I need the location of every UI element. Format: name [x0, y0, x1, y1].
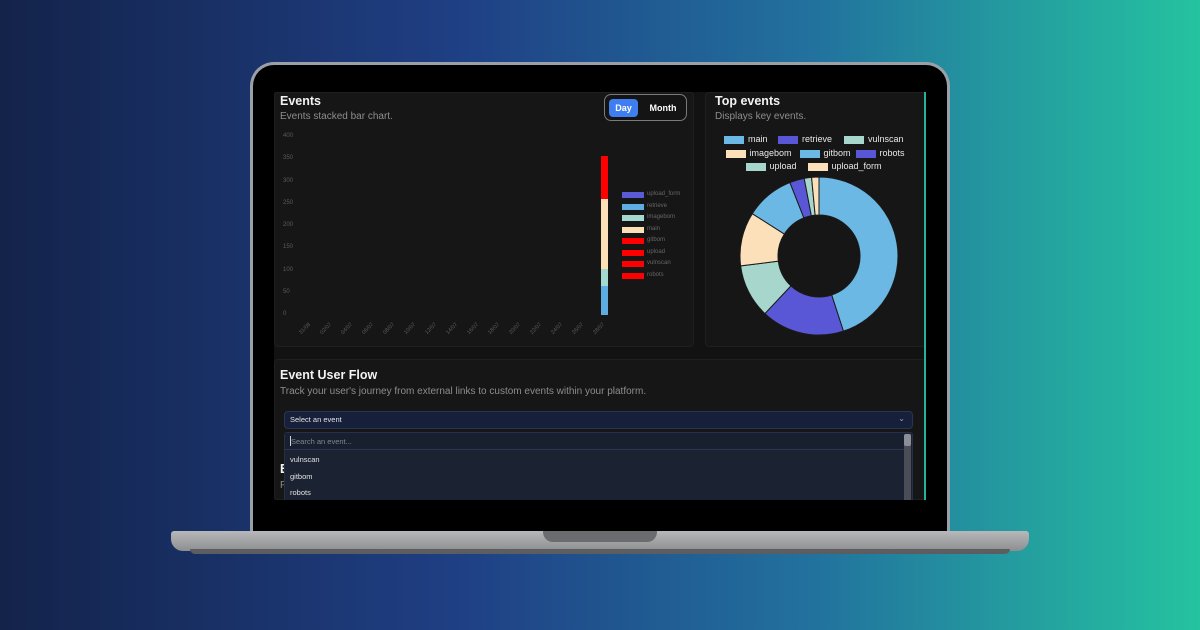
app-screen: Events Events stacked bar chart. Day Mon…	[274, 92, 926, 500]
legend-swatch	[622, 203, 644, 210]
x-tick-label: 02/07	[318, 321, 333, 336]
y-tick-label: 200	[283, 222, 294, 228]
x-tick-label: 12/07	[424, 321, 439, 336]
x-tick-label: 10/07	[403, 321, 417, 336]
events-bar-chart: 0 50 100 150 200 250 300 350 400 31/08 02/07 04/07 0…	[275, 93, 695, 348]
y-tick-label: 400	[283, 133, 294, 139]
event-flow-title: Event User Flow	[280, 368, 378, 382]
legend-label: vulnscan	[647, 260, 671, 266]
chevron-down-icon: ⌄	[898, 414, 905, 423]
event-select[interactable]: Select an event ⌄	[284, 411, 913, 429]
dropdown-scrollbar-thumb[interactable]	[904, 434, 911, 446]
bar-segment-robots[interactable]	[600, 156, 608, 200]
legend-swatch	[622, 272, 644, 279]
legend-label: upload	[647, 248, 666, 255]
legend-swatch	[622, 192, 644, 198]
event-flow-subtitle: Track your user's journey from external …	[280, 386, 647, 397]
y-tick-label: 350	[283, 155, 294, 162]
legend-label: gitbom	[647, 237, 666, 243]
x-tick-label: 26/07	[571, 321, 586, 336]
y-tick-label: 0	[283, 311, 287, 317]
events-donut-chart	[739, 176, 899, 336]
x-tick-label: 20/07	[508, 321, 523, 336]
x-tick-label: 18/07	[487, 321, 502, 336]
y-tick-label: 50	[283, 288, 290, 295]
x-tick-label: 28/07	[592, 321, 607, 336]
dropdown-option-gitbom[interactable]: gitbom	[290, 472, 313, 481]
legend-swatch	[622, 226, 644, 233]
y-tick-label: 250	[283, 199, 294, 206]
top-events-card: Top events Displays key events. main retr…	[705, 92, 926, 347]
y-tick-label: 150	[283, 244, 294, 251]
legend-swatch	[622, 215, 644, 221]
dropdown-option-vulnscan[interactable]: vulnscan	[290, 455, 320, 464]
y-tick-label: 100	[283, 266, 294, 273]
legend-label: retrieve	[647, 202, 668, 209]
x-tick-label: 06/07	[360, 321, 375, 336]
x-tick-label: 22/07	[529, 321, 544, 336]
bar-segment-main[interactable]	[600, 199, 608, 270]
bar-segment-imagebom[interactable]	[600, 269, 608, 287]
bar-segment-retrieve[interactable]	[600, 286, 608, 315]
legend-swatch	[622, 261, 644, 267]
events-card: Events Events stacked bar chart. Day Mon…	[274, 92, 694, 347]
x-tick-label: 08/07	[381, 321, 396, 336]
legend-label: robots	[647, 271, 664, 278]
laptop-notch	[543, 531, 657, 542]
legend-swatch	[622, 249, 644, 256]
legend-label: main	[647, 225, 661, 232]
legend-label: imagebom	[647, 214, 676, 220]
dropdown-option-robots[interactable]: robots	[290, 488, 311, 497]
x-tick-label: 16/07	[466, 321, 481, 336]
event-search-placeholder: Search an event...	[291, 437, 352, 446]
legend-label: upload_form	[647, 191, 681, 197]
x-tick-label: 31/08	[297, 321, 312, 336]
x-tick-label: 14/07	[445, 321, 460, 336]
laptop-base-shadow	[190, 549, 1010, 554]
screen-edge	[924, 92, 926, 500]
x-tick-label: 04/07	[339, 321, 354, 336]
event-select-value: Select an event	[290, 415, 342, 424]
event-dropdown: Search an event... vulnscan gitbom robot…	[284, 432, 913, 500]
event-search-input[interactable]: Search an event...	[285, 433, 905, 450]
x-tick-label: 24/07	[550, 321, 565, 336]
y-tick-label: 300	[283, 177, 294, 184]
legend-swatch	[622, 238, 644, 244]
